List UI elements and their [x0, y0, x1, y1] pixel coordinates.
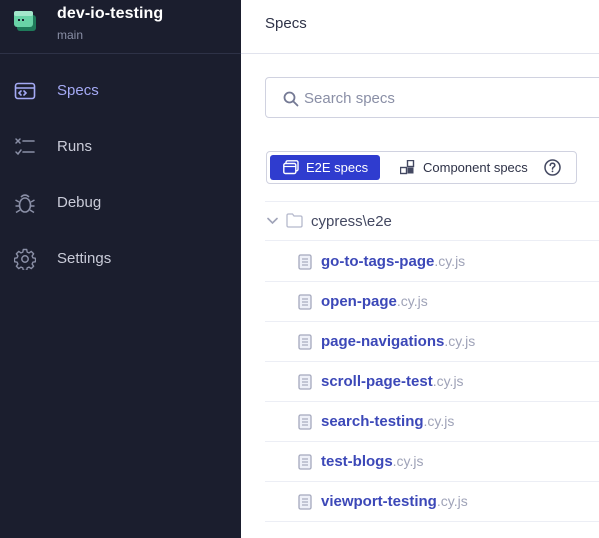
spec-extension: .cy.js	[392, 453, 424, 469]
page-title: Specs	[265, 15, 307, 32]
project-logo-icon	[14, 11, 36, 31]
search-box[interactable]	[265, 77, 599, 118]
spec-row[interactable]: go-to-tags-page.cy.js	[265, 242, 599, 282]
sidebar-item-label: Specs	[57, 82, 99, 99]
spec-row[interactable]: open-page.cy.js	[265, 282, 599, 322]
bug-icon	[15, 194, 35, 214]
folder-row[interactable]: cypress\e2e	[265, 201, 599, 241]
spec-name: test-blogs	[321, 453, 393, 470]
document-icon	[298, 414, 312, 430]
spec-extension: .cy.js	[432, 373, 464, 389]
project-branch: main	[57, 28, 84, 42]
spec-extension: .cy.js	[444, 333, 476, 349]
spec-row[interactable]: page-navigations.cy.js	[265, 322, 599, 362]
spec-link[interactable]: search-testing.cy.js	[321, 413, 454, 430]
document-icon	[298, 454, 312, 470]
help-icon[interactable]	[544, 159, 561, 176]
document-icon	[298, 334, 312, 350]
window-icon	[283, 160, 299, 175]
search-icon	[283, 91, 299, 107]
spec-link[interactable]: page-navigations.cy.js	[321, 333, 475, 350]
specs-icon	[14, 82, 36, 100]
spec-link[interactable]: open-page.cy.js	[321, 293, 428, 310]
tab-label: Component specs	[423, 160, 528, 175]
document-icon	[298, 294, 312, 310]
sidebar-item-runs[interactable]: Runs	[0, 125, 241, 169]
sidebar: dev-io-testing main Specs Runs Debug Set…	[0, 0, 241, 538]
runs-icon	[15, 138, 35, 156]
folder-icon	[286, 213, 303, 228]
spec-name: viewport-testing	[321, 493, 437, 510]
page-header: Specs	[241, 0, 599, 54]
sidebar-item-label: Settings	[57, 250, 112, 267]
spec-name: page-navigations	[321, 333, 445, 350]
component-icon	[400, 160, 415, 175]
folder-label: cypress\e2e	[311, 213, 392, 230]
sidebar-item-specs[interactable]: Specs	[0, 69, 241, 113]
testing-type-switch: E2E specs Component specs	[266, 151, 577, 184]
spec-link[interactable]: scroll-page-test.cy.js	[321, 373, 464, 390]
spec-row[interactable]: viewport-testing.cy.js	[265, 482, 599, 522]
sidebar-item-label: Runs	[57, 138, 93, 155]
spec-name: search-testing	[321, 413, 424, 430]
spec-row[interactable]: test-blogs.cy.js	[265, 442, 599, 482]
search-input[interactable]	[304, 87, 594, 109]
project-header[interactable]: dev-io-testing main	[0, 0, 241, 54]
project-name: dev-io-testing	[57, 5, 164, 22]
spec-name: go-to-tags-page	[321, 253, 435, 270]
spec-name: scroll-page-test	[321, 373, 433, 390]
sidebar-item-debug[interactable]: Debug	[0, 181, 241, 225]
sidebar-item-settings[interactable]: Settings	[0, 237, 241, 281]
tab-label: E2E specs	[306, 160, 369, 175]
document-icon	[298, 254, 312, 270]
spec-link[interactable]: viewport-testing.cy.js	[321, 493, 468, 510]
chevron-down-icon	[267, 217, 278, 225]
spec-extension: .cy.js	[436, 493, 468, 509]
tab-e2e-specs[interactable]: E2E specs	[270, 155, 380, 180]
spec-link[interactable]: go-to-tags-page.cy.js	[321, 253, 465, 270]
spec-link[interactable]: test-blogs.cy.js	[321, 453, 424, 470]
spec-extension: .cy.js	[434, 253, 466, 269]
spec-row[interactable]: search-testing.cy.js	[265, 402, 599, 442]
spec-extension: .cy.js	[396, 293, 428, 309]
gear-icon	[14, 248, 36, 270]
spec-extension: .cy.js	[423, 413, 455, 429]
document-icon	[298, 494, 312, 510]
spec-row[interactable]: scroll-page-test.cy.js	[265, 362, 599, 402]
document-icon	[298, 374, 312, 390]
spec-name: open-page	[321, 293, 397, 310]
sidebar-item-label: Debug	[57, 194, 102, 211]
tab-component-specs[interactable]: Component specs	[389, 155, 573, 180]
